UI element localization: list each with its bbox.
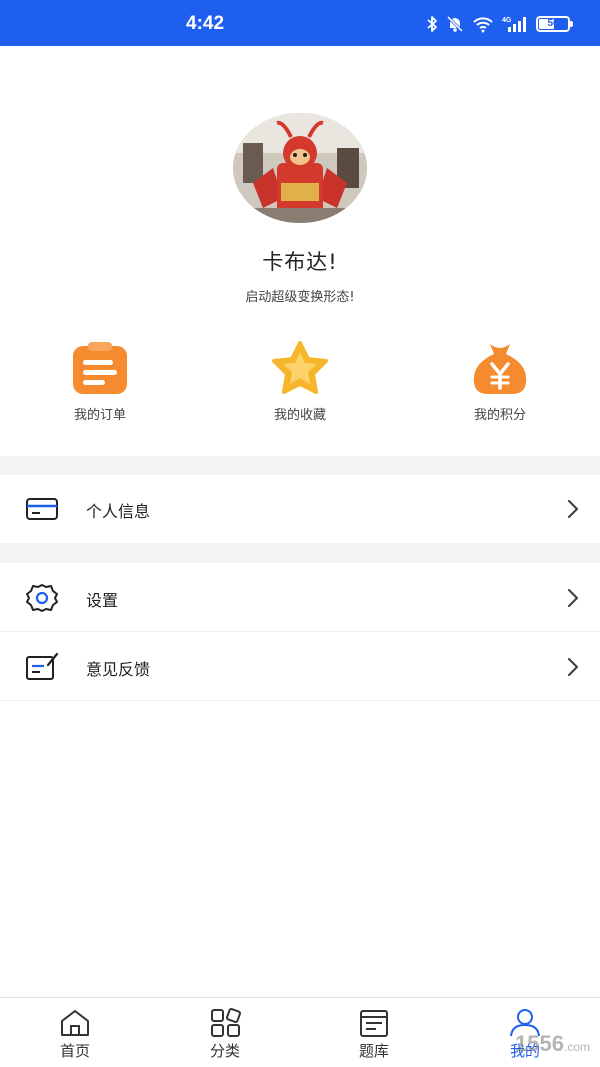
gear-icon (26, 584, 58, 612)
status-bar: 4:42 4G 50 (0, 0, 600, 46)
svg-text:4G: 4G (502, 17, 512, 24)
tab-category[interactable]: 分类 (175, 1008, 275, 1061)
my-orders-label: 我的订单 (73, 408, 126, 423)
my-orders-button[interactable]: 我的订单 (30, 340, 170, 423)
bluetooth-icon (427, 16, 437, 32)
chevron-right-icon (567, 657, 579, 677)
my-favorites-label: 我的收藏 (273, 408, 326, 423)
money-bag-icon (473, 344, 527, 394)
battery-icon: 50 (536, 16, 573, 32)
avatar[interactable] (233, 113, 367, 223)
watermark-suffix: .com (563, 1040, 590, 1054)
signature: 启动超级变换形态! (245, 290, 355, 305)
tab-question-bank-label: 题库 (358, 1042, 389, 1060)
settings-label: 设置 (86, 591, 119, 610)
section-divider (0, 456, 600, 475)
bottom-tab-bar: 首页 分类 题库 我的 (0, 997, 600, 1067)
clipboard-icon (73, 342, 127, 394)
menu-item-feedback[interactable]: 意见反馈 (0, 633, 600, 701)
chevron-right-icon (567, 588, 579, 608)
signal-4g-icon: 4G (502, 17, 526, 32)
category-grid-icon (211, 1008, 241, 1037)
tab-question-bank[interactable]: 题库 (324, 1008, 424, 1061)
menu-item-settings[interactable]: 设置 (0, 564, 600, 632)
tab-home[interactable]: 首页 (25, 1008, 125, 1061)
status-time: 4:42 (186, 13, 225, 34)
tab-category-label: 分类 (209, 1042, 240, 1060)
battery-level: 50 (547, 18, 559, 29)
edit-note-icon (26, 652, 59, 680)
watermark: 1556.com (515, 1031, 590, 1057)
star-icon (272, 341, 328, 394)
personal-info-label: 个人信息 (86, 502, 151, 521)
section-divider (0, 543, 600, 563)
status-icons: 4G 50 (426, 15, 573, 33)
tab-home-label: 首页 (59, 1042, 90, 1060)
home-icon (61, 1010, 89, 1036)
mute-bell-icon (446, 15, 464, 33)
my-favorites-button[interactable]: 我的收藏 (230, 340, 370, 423)
profile-header: 卡布达! 启动超级变换形态! 我的订单 我的收藏 我的积分 (0, 46, 600, 456)
chevron-right-icon (567, 499, 579, 519)
menu-item-personal-info[interactable]: 个人信息 (0, 475, 600, 543)
feedback-label: 意见反馈 (86, 660, 151, 679)
question-bank-icon (360, 1010, 388, 1037)
watermark-main: 1556 (515, 1031, 564, 1056)
my-points-label: 我的积分 (473, 408, 526, 423)
my-points-button[interactable]: 我的积分 (430, 340, 570, 423)
id-card-icon (26, 498, 58, 520)
wifi-icon (473, 17, 493, 33)
username: 卡布达! (262, 250, 338, 274)
